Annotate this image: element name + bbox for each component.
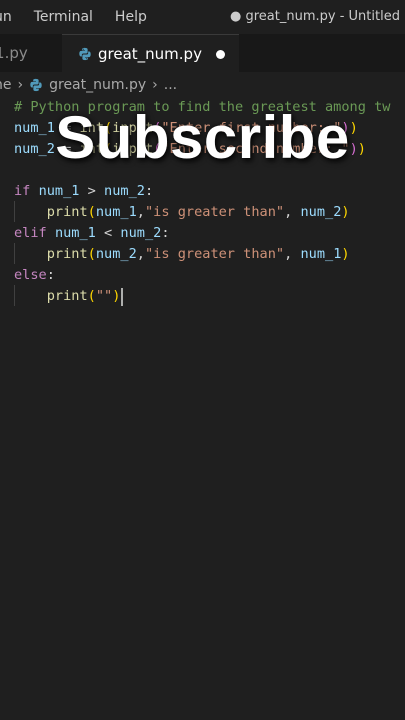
code-token: ( (87, 246, 96, 262)
code-token: ( (87, 204, 96, 220)
menu-terminal[interactable]: Terminal (22, 9, 103, 25)
code-token: ( (87, 288, 96, 304)
code-token: elif (14, 225, 47, 241)
code-token: num_2 (300, 204, 342, 220)
tab-label: :1.py (0, 44, 28, 62)
breadcrumb: ne › great_num.py › ... (0, 72, 405, 98)
tab-label: great_num.py (98, 45, 202, 63)
code-line: if num_1 > num_2: (14, 181, 153, 202)
code-token: "is greater than" (144, 204, 285, 220)
code-line: print(num_2,"is greater than", num_1) (14, 244, 350, 265)
code-token: print (46, 246, 88, 262)
code-token: num_2 (104, 183, 145, 199)
code-token: , (136, 204, 145, 220)
code-token: ) (341, 204, 350, 220)
code-token: num_1 (38, 183, 80, 199)
window-title: ● great_num.py - Untitled (Wo (230, 9, 405, 24)
menu-help[interactable]: Help (103, 9, 157, 25)
chevron-right-icon: › (152, 77, 158, 93)
menu-bar: un Terminal Help ● great_num.py - Untitl… (0, 0, 405, 34)
code-token: num_1 (300, 246, 342, 262)
code-token: num_1 (95, 204, 137, 220)
breadcrumb-folder[interactable]: ne (0, 77, 12, 93)
python-file-icon (79, 47, 91, 61)
text-cursor (121, 288, 123, 306)
code-line: elif num_1 < num_2: (14, 223, 170, 244)
code-token: < (95, 225, 121, 241)
code-token: else (14, 267, 47, 283)
code-token: > (79, 183, 105, 199)
code-token: ) (341, 246, 350, 262)
code-token: : (161, 225, 170, 241)
code-token: print (46, 288, 88, 304)
code-token: print (46, 204, 88, 220)
editor-tab-bar: :1.py great_num.py (0, 34, 405, 72)
menu-run[interactable]: un (0, 9, 22, 25)
code-token: "" (95, 288, 113, 304)
code-line: print("") (14, 286, 121, 307)
tab-inactive-file[interactable]: :1.py (0, 34, 62, 72)
code-editor[interactable]: # Python program to find the greatest am… (0, 98, 405, 720)
tab-great-num[interactable]: great_num.py (62, 34, 239, 72)
code-token: , (136, 246, 145, 262)
code-token: num_2 (120, 225, 162, 241)
code-token: ) (112, 288, 121, 304)
chevron-right-icon: › (17, 77, 24, 93)
unsaved-dot-icon[interactable] (215, 49, 225, 59)
code-token: num_1 (54, 225, 96, 241)
python-file-icon (30, 78, 42, 92)
code-token: , (284, 246, 301, 262)
breadcrumb-file[interactable]: great_num.py (49, 77, 146, 93)
code-token: if (14, 183, 31, 199)
code-token: "is greater than" (144, 246, 285, 262)
code-token: : (144, 183, 154, 199)
breadcrumb-symbols[interactable]: ... (164, 77, 177, 93)
code-line: print(num_1,"is greater than", num_2) (14, 202, 350, 223)
code-token: num_2 (95, 246, 137, 262)
code-line: else: (14, 265, 55, 286)
code-token: , (284, 204, 301, 220)
code-token: : (46, 267, 55, 283)
subscribe-overlay: Subscribe (55, 104, 350, 171)
